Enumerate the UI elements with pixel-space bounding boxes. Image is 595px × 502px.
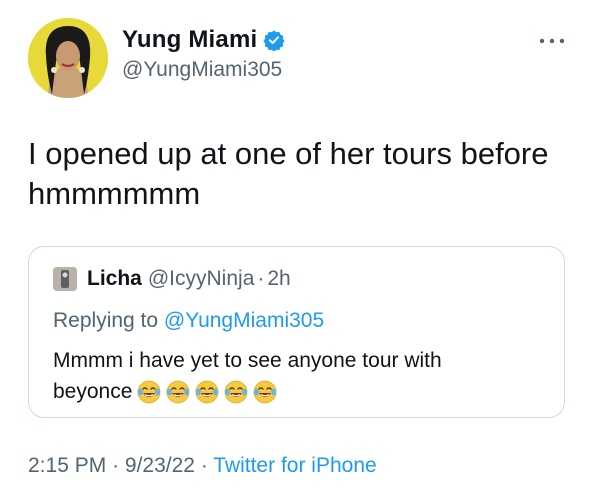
tweet-time[interactable]: 2:15 PM	[28, 454, 106, 477]
author-avatar[interactable]	[28, 18, 108, 98]
face-with-tears-of-joy-icon	[252, 379, 278, 405]
author-block: Yung Miami @YungMiami305	[122, 26, 285, 82]
author-name[interactable]: Yung Miami	[122, 26, 257, 54]
quoted-tweet-text-word: beyonce	[53, 380, 133, 403]
quoted-author-handle[interactable]: @IcyyNinja	[148, 267, 255, 291]
author-handle[interactable]: @YungMiami305	[122, 58, 285, 82]
quoted-tweet-time: 2h	[267, 267, 291, 290]
avatar-image	[28, 18, 108, 98]
author-name-row: Yung Miami	[122, 26, 285, 54]
separator-dot: ·	[112, 454, 125, 477]
quoted-tweet-text-line: Mmmm i have yet to see anyone tour with	[53, 349, 442, 372]
tweet-text-line: I opened up at one of her tours before	[28, 136, 549, 171]
quoted-author-avatar[interactable]	[53, 267, 77, 291]
quoted-tweet-text-line-2: beyonce	[53, 376, 533, 407]
face-with-tears-of-joy-icon	[223, 379, 249, 405]
quoted-tweet-card[interactable]: Licha @IcyyNinja · 2h Replying to @YungM…	[28, 246, 565, 418]
separator-dot: ·	[257, 267, 265, 290]
tweet-source[interactable]: Twitter for iPhone	[213, 454, 376, 477]
face-with-tears-of-joy-icon	[165, 379, 191, 405]
separator-dot: ·	[200, 454, 214, 477]
tweet-text: I opened up at one of her tours before h…	[28, 134, 578, 214]
emoji-row	[136, 379, 281, 405]
tweet-text-line: hmmmmmm	[28, 176, 201, 211]
replying-to-label: Replying to	[53, 309, 159, 332]
tweet-metadata: 2:15 PM · 9/23/22 · Twitter for iPhone	[28, 454, 377, 478]
more-options-icon[interactable]	[537, 34, 567, 48]
face-with-tears-of-joy-icon	[136, 379, 162, 405]
replying-to-mention[interactable]: @YungMiami305	[164, 309, 324, 332]
quoted-tweet-text: Mmmm i have yet to see anyone tour with …	[53, 345, 533, 407]
replying-to: Replying to @YungMiami305	[53, 309, 324, 333]
quoted-tweet-header: Licha @IcyyNinja · 2h	[53, 267, 291, 291]
face-with-tears-of-joy-icon	[194, 379, 220, 405]
quoted-author-name[interactable]: Licha	[87, 267, 142, 291]
tweet-date[interactable]: 9/23/22	[125, 454, 195, 477]
verified-badge-icon	[263, 29, 285, 52]
